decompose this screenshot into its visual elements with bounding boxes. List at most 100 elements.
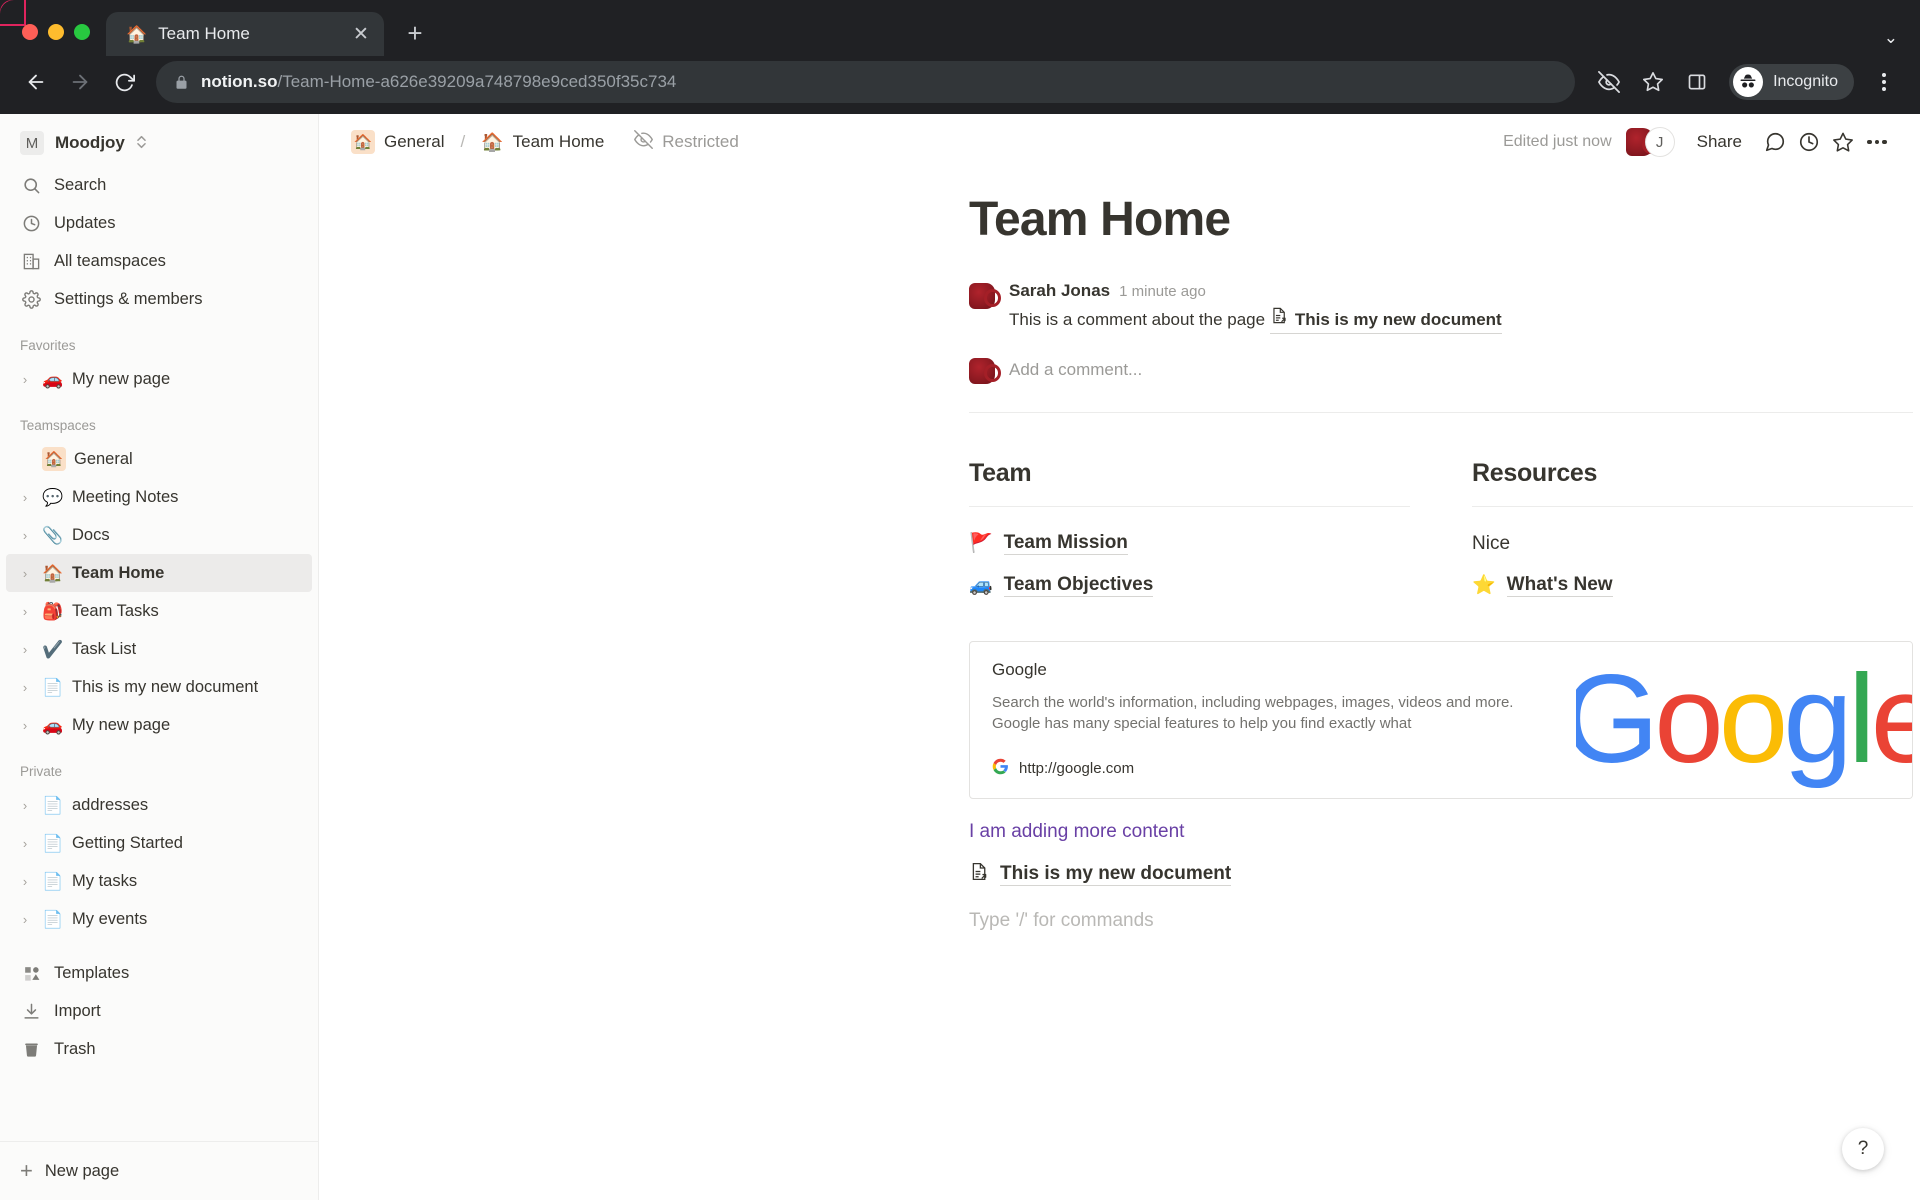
expand-chevron-icon[interactable]: › bbox=[16, 566, 34, 581]
sidebar-item-settings-members[interactable]: Settings & members bbox=[6, 280, 312, 318]
star-icon[interactable] bbox=[1826, 125, 1860, 159]
sidebar-page-docs[interactable]: › 📎 Docs bbox=[6, 516, 312, 554]
edited-status[interactable]: Edited just now bbox=[1495, 129, 1620, 155]
inline-page-link[interactable]: This is my new document bbox=[1269, 306, 1502, 334]
comment-icon[interactable] bbox=[1758, 125, 1792, 159]
more-options-icon[interactable] bbox=[1860, 125, 1894, 159]
expand-chevron-icon[interactable]: › bbox=[16, 718, 34, 733]
sidebar-item-all-teamspaces[interactable]: All teamspaces bbox=[6, 242, 312, 280]
sidebar-page-my-events[interactable]: › 📄 My events bbox=[6, 900, 312, 938]
expand-chevron-icon[interactable]: › bbox=[16, 874, 34, 889]
expand-chevron-icon[interactable]: › bbox=[16, 642, 34, 657]
page-label: Meeting Notes bbox=[72, 487, 179, 506]
sidebar-item-updates[interactable]: Updates bbox=[6, 204, 312, 242]
sidebar-page-getting-started[interactable]: › 📄 Getting Started bbox=[6, 824, 312, 862]
expand-chevron-icon[interactable]: › bbox=[16, 798, 34, 813]
lock-icon bbox=[174, 75, 189, 90]
sidebar-page-my-tasks[interactable]: › 📄 My tasks bbox=[6, 862, 312, 900]
comment-author: Sarah Jonas bbox=[1009, 281, 1111, 301]
expand-chevron-icon[interactable]: › bbox=[16, 372, 34, 387]
notion-app: M Moodjoy Search Updates All teamspaces … bbox=[0, 114, 1920, 1200]
minimize-window-button[interactable] bbox=[48, 24, 64, 40]
browser-tab[interactable]: 🏠 Team Home ✕ bbox=[106, 12, 384, 56]
eye-off-icon bbox=[634, 130, 654, 154]
page-title[interactable]: Team Home bbox=[969, 192, 1913, 247]
sidebar-section-favorites: Favorites bbox=[20, 338, 76, 353]
eye-off-icon[interactable] bbox=[1589, 62, 1629, 102]
share-button[interactable]: Share bbox=[1687, 126, 1752, 158]
facepile[interactable]: J bbox=[1625, 127, 1675, 157]
sidebar-page-team-home[interactable]: › 🏠 Team Home bbox=[6, 554, 312, 592]
expand-chevron-icon[interactable]: › bbox=[16, 680, 34, 695]
restricted-badge[interactable]: Restricted bbox=[628, 127, 745, 157]
google-favicon-icon bbox=[992, 758, 1009, 780]
page-label: My tasks bbox=[72, 871, 138, 890]
bookmark-card-google[interactable]: Google Search the world's information, i… bbox=[969, 640, 1913, 799]
avatar-j[interactable]: J bbox=[1644, 127, 1675, 157]
expand-chevron-icon[interactable]: › bbox=[16, 604, 34, 619]
page-emoji-icon: 📄 bbox=[42, 833, 64, 853]
page-link-label: Team Mission bbox=[1003, 532, 1128, 556]
add-comment-row[interactable]: Add a comment... bbox=[969, 356, 1913, 384]
page-emoji-icon: ✔️ bbox=[42, 639, 64, 659]
sidebar-page-my-new-page[interactable]: › 🚗 My new page bbox=[6, 706, 312, 744]
sidebar-item-import[interactable]: Import bbox=[6, 992, 312, 1030]
bookmark-star-icon[interactable] bbox=[1633, 62, 1673, 102]
page-emoji-icon: 🚗 bbox=[42, 715, 64, 735]
back-button[interactable] bbox=[16, 62, 56, 102]
browser-menu-button[interactable] bbox=[1864, 62, 1904, 102]
help-button[interactable]: ? bbox=[1842, 1128, 1884, 1170]
breadcrumb-item-general[interactable]: 🏠 General bbox=[345, 127, 450, 157]
page-label: addresses bbox=[72, 795, 149, 814]
reload-button[interactable] bbox=[104, 62, 144, 102]
new-page-button[interactable]: + New page bbox=[0, 1150, 318, 1192]
sidebar-page-team-tasks[interactable]: › 🎒 Team Tasks bbox=[6, 592, 312, 630]
empty-block-placeholder[interactable]: Type '/' for commands bbox=[969, 910, 1913, 932]
sidebar-page-my-new-page-fav[interactable]: › 🚗 My new page bbox=[6, 360, 312, 398]
page-emoji-icon: 🏠 bbox=[42, 447, 66, 471]
text-block-purple[interactable]: I am adding more content bbox=[969, 821, 1913, 843]
clock-icon bbox=[20, 214, 42, 233]
sidebar-item-templates[interactable]: Templates bbox=[6, 954, 312, 992]
history-icon[interactable] bbox=[1792, 125, 1826, 159]
close-tab-icon[interactable]: ✕ bbox=[348, 21, 374, 47]
expand-chevron-icon[interactable]: › bbox=[16, 490, 34, 505]
page-link-whats-new[interactable]: ⭐ What's New bbox=[1472, 565, 1913, 607]
window-traffic-lights bbox=[0, 24, 106, 56]
sidebar-page-meeting-notes[interactable]: › 💬 Meeting Notes bbox=[6, 478, 312, 516]
breadcrumb-label: Team Home bbox=[512, 132, 605, 151]
side-panel-icon[interactable] bbox=[1677, 62, 1717, 102]
sidebar-page-task-list[interactable]: › ✔️ Task List bbox=[6, 630, 312, 668]
sidebar-item-search[interactable]: Search bbox=[6, 166, 312, 204]
breadcrumb-item-team-home[interactable]: 🏠 Team Home bbox=[475, 129, 610, 155]
text-block-nice[interactable]: Nice bbox=[1472, 523, 1913, 565]
forward-button[interactable] bbox=[60, 62, 100, 102]
workspace-switcher[interactable]: M Moodjoy bbox=[6, 120, 312, 166]
page-topbar: 🏠 General / 🏠 Team Home Restricted Edite… bbox=[319, 114, 1920, 170]
new-tab-button[interactable]: + bbox=[396, 14, 434, 52]
page-label: My new page bbox=[72, 369, 171, 388]
sidebar-page-this-is-my-new-document[interactable]: › 📄 This is my new document bbox=[6, 668, 312, 706]
browser-toolbar: notion.so/Team-Home-a626e39209a748798e9c… bbox=[0, 56, 1920, 114]
incognito-icon bbox=[1733, 67, 1764, 97]
expand-chevron-icon[interactable]: › bbox=[16, 912, 34, 927]
address-bar[interactable]: notion.so/Team-Home-a626e39209a748798e9c… bbox=[156, 61, 1576, 103]
expand-chevron-icon[interactable]: › bbox=[16, 528, 34, 543]
tab-list-chevron-down-icon[interactable]: ⌄ bbox=[1884, 28, 1898, 48]
page-link-team-mission[interactable]: 🚩 Team Mission bbox=[969, 523, 1410, 565]
page-emoji-icon: 📄 bbox=[42, 677, 64, 697]
expand-chevron-icon[interactable]: › bbox=[16, 836, 34, 851]
sidebar-item-trash[interactable]: Trash bbox=[6, 1030, 312, 1068]
sidebar-page-general[interactable]: › 🏠 General bbox=[6, 440, 312, 478]
close-window-button[interactable] bbox=[22, 24, 38, 40]
maximize-window-button[interactable] bbox=[74, 24, 90, 40]
page-link-team-objectives[interactable]: 🚙 Team Objectives bbox=[969, 565, 1410, 607]
sidebar-item-label: Settings & members bbox=[54, 289, 203, 308]
general-emoji-icon: 🏠 bbox=[351, 130, 375, 154]
page-emoji-icon: 📄 bbox=[42, 909, 64, 929]
new-page-label: New page bbox=[44, 1161, 120, 1180]
incognito-profile-chip[interactable]: Incognito bbox=[1729, 64, 1854, 100]
page-link-this-is-my-new-document[interactable]: This is my new document bbox=[969, 861, 1913, 888]
add-comment-input[interactable]: Add a comment... bbox=[1009, 360, 1142, 380]
sidebar-page-addresses[interactable]: › 📄 addresses bbox=[6, 786, 312, 824]
